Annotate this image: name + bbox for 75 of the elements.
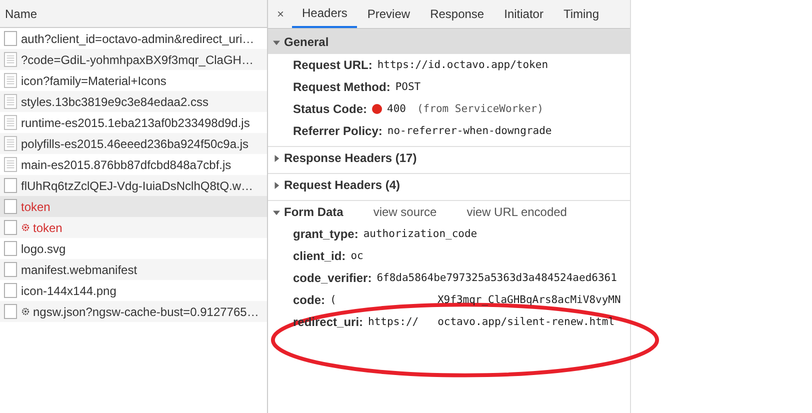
file-icon [4,241,17,256]
section-header[interactable]: General [268,30,630,54]
request-name: manifest.webmanifest [21,262,138,276]
file-icon [4,31,17,46]
tab[interactable]: Response [420,0,494,28]
tab[interactable]: Initiator [494,0,554,28]
field-key: code_verifier: [293,271,372,285]
request-row[interactable]: flUhRq6tzZclQEJ-Vdg-IuiaDsNclhQ8tQ.w… [0,175,267,196]
section-header[interactable]: Request Headers (4) [268,174,630,196]
document-icon [4,52,17,67]
field-key: grant_type: [293,227,358,241]
section-title: General [284,35,329,49]
field-key: client_id: [293,249,346,263]
field-note: (from ServiceWorker) [416,103,544,115]
disclosure-triangle-icon[interactable] [273,208,280,216]
field-value: https://id.octavo.app/token [377,59,548,71]
section-header[interactable]: Response Headers (17) [268,147,630,169]
field-value: POST [395,81,421,93]
document-icon [4,115,17,130]
request-name: icon-144x144.png [21,284,116,298]
view-link[interactable]: view source [373,205,437,219]
section-header[interactable]: Form Data view source view URL encoded [268,201,630,223]
field-key: Request URL: [293,58,372,72]
tab[interactable]: Headers [292,0,358,28]
request-row[interactable]: polyfills-es2015.46eeed236ba924f50c9a.js [0,133,267,154]
file-icon [4,199,17,214]
request-name: ngsw.json?ngsw-cache-bust=0.9127765… [33,304,259,318]
file-icon [4,283,17,298]
request-name: icon?family=Material+Icons [21,74,166,88]
file-icon [4,178,17,193]
field-value: https:// octavo.app/silent-renew.html [368,316,615,328]
document-icon [4,136,17,151]
tab[interactable]: Preview [357,0,420,28]
request-name: styles.13bc3819e9c3e84edaa2.css [21,94,208,108]
field-value: ( X9f3mqr_ClaGHBqArs8acMiV8vyMN [330,294,621,306]
request-name: polyfills-es2015.46eeed236ba924f50c9a.js [21,136,249,150]
request-row[interactable]: token [0,217,267,238]
request-name: main-es2015.876bb87dfcbd848a7cbf.js [21,158,232,172]
section-title: Request Headers (4) [284,178,400,192]
disclosure-triangle-icon[interactable] [273,154,280,162]
column-header[interactable]: Name [0,0,267,28]
file-icon [4,220,17,235]
section-title: Response Headers (17) [284,151,417,165]
field-value: oc [350,250,364,262]
request-row[interactable]: ngsw.json?ngsw-cache-bust=0.9127765… [0,301,267,322]
disclosure-triangle-icon[interactable] [273,182,280,188]
request-name: flUhRq6tzZclQEJ-Vdg-IuiaDsNclhQ8tQ.w… [21,178,254,192]
request-name: logo.svg [21,242,66,256]
field-value: no-referrer-when-downgrade [387,125,552,137]
field-value: authorization_code [363,228,478,240]
disclosure-triangle-icon[interactable] [273,38,280,46]
field-key: Request Method: [293,80,390,94]
request-row[interactable]: ?code=GdiL-yohmhpaxBX9f3mqr_ClaGH… [0,49,267,70]
request-row[interactable]: manifest.webmanifest [0,259,267,280]
request-name: token [21,200,50,214]
file-icon [4,304,17,319]
request-name: token [33,220,62,234]
field-value: 400 [387,103,406,115]
tab[interactable]: Timing [553,0,610,28]
request-name: auth?client_id=octavo-admin&redirect_uri… [21,32,254,46]
close-icon[interactable]: × [268,0,292,28]
field-key: Referrer Policy: [293,124,382,138]
document-icon [4,73,17,88]
field-value: 6f8da5864be797325a5363d3a484524aed6361 [376,272,617,284]
view-link[interactable]: view URL encoded [466,205,567,219]
request-row[interactable]: token [0,196,267,217]
file-icon [4,262,17,277]
request-name: ?code=GdiL-yohmhpaxBX9f3mqr_ClaGH… [21,52,254,66]
document-icon [4,94,17,109]
request-name: runtime-es2015.1eba213af0b233498d9d.js [21,116,250,130]
field-key: Status Code: [293,102,368,116]
section-title: Form Data [284,205,344,219]
request-row[interactable]: styles.13bc3819e9c3e84edaa2.css [0,91,267,112]
document-icon [4,157,17,172]
field-key: code: [293,293,326,307]
